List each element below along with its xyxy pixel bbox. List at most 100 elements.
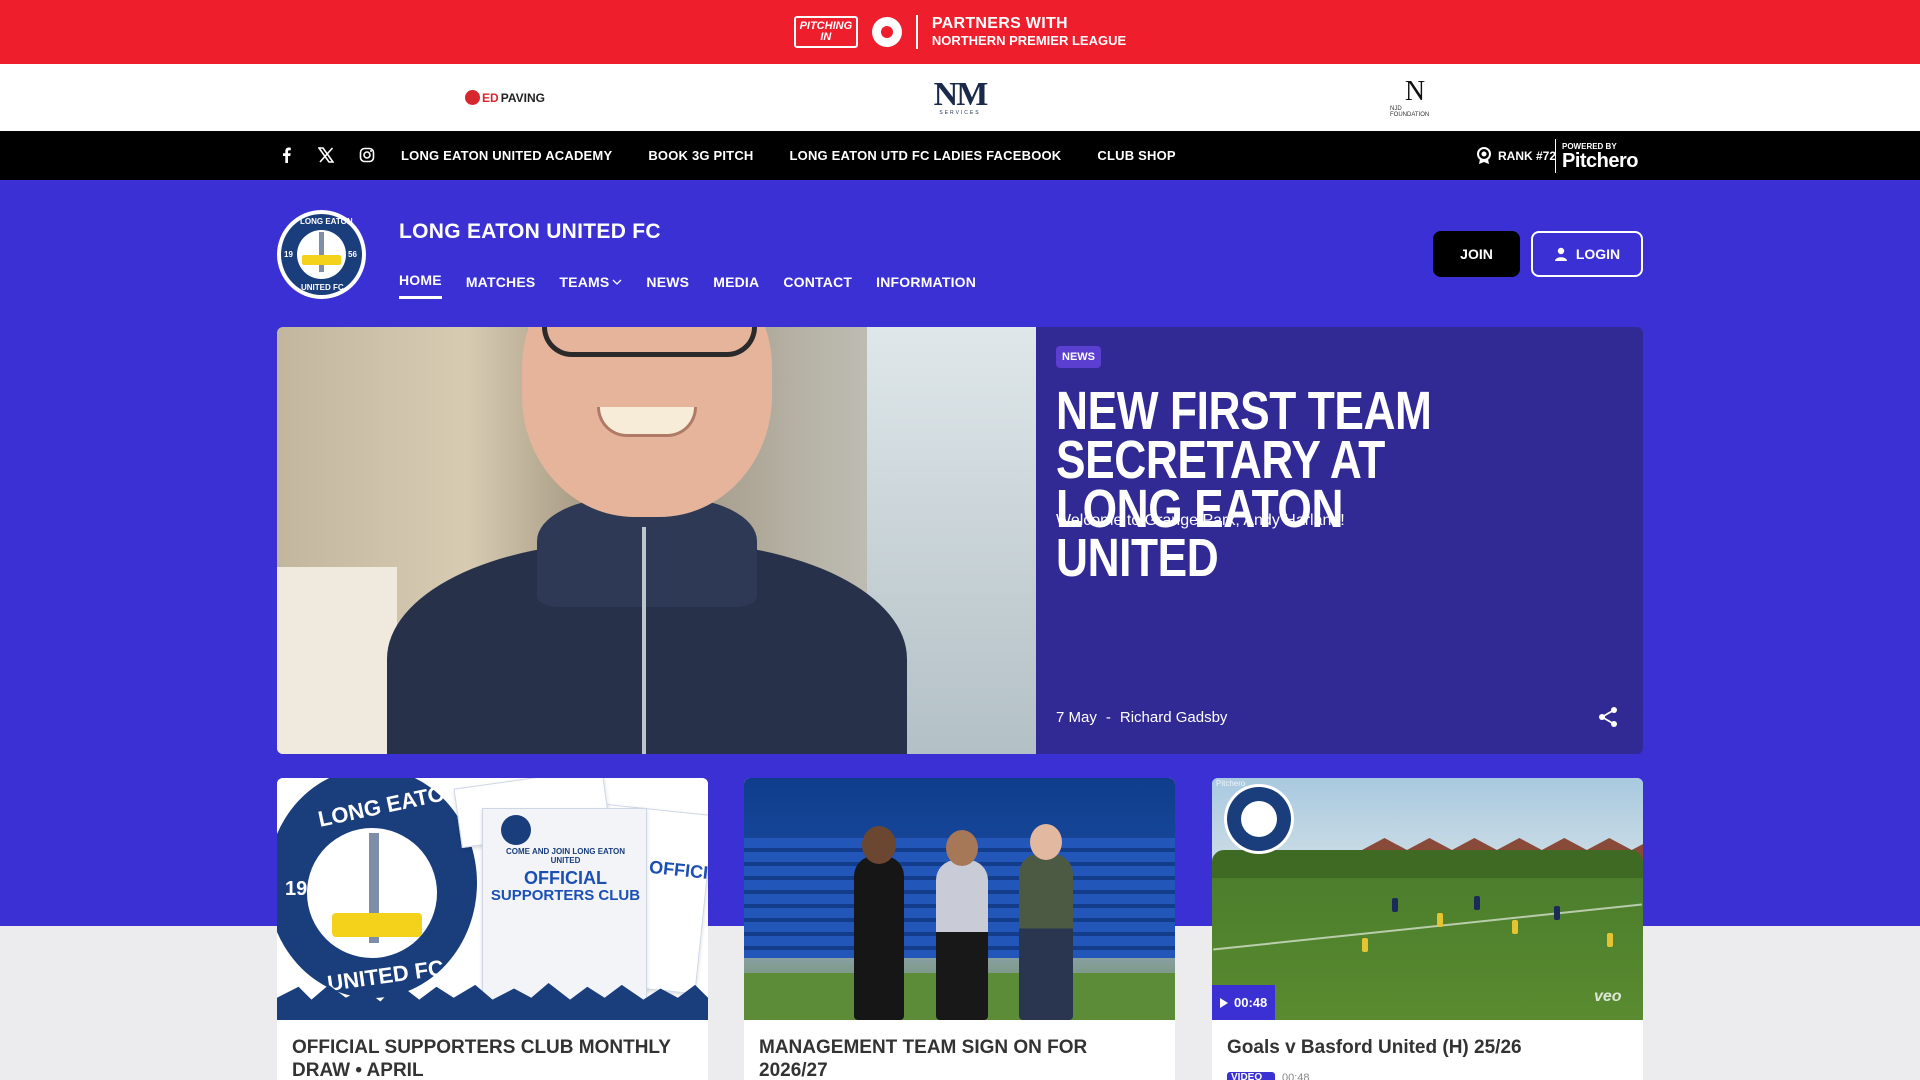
player-marker bbox=[1474, 896, 1480, 910]
main-nav: HOME MATCHES TEAMS NEWS MEDIA CONTACT IN… bbox=[399, 272, 976, 299]
video-duration-badge[interactable]: 00:48 bbox=[1212, 985, 1276, 1020]
partner-line2: NORTHERN PREMIER LEAGUE bbox=[931, 33, 1127, 48]
play-icon bbox=[1220, 997, 1228, 1008]
rank-badge-icon bbox=[1477, 146, 1491, 164]
njd-logo-sub: NJD FOUNDATION bbox=[1390, 105, 1430, 118]
nav-matches-label: MATCHES bbox=[465, 273, 536, 290]
player-marker bbox=[1437, 913, 1443, 927]
pitchero-logo-text: Pitchero bbox=[1562, 149, 1639, 172]
npl-logo-icon bbox=[871, 17, 902, 47]
leaflet-title-2: SUPPORTERS CLUB bbox=[490, 887, 641, 904]
nav-home-label: HOME bbox=[399, 272, 442, 288]
player-marker bbox=[1512, 920, 1518, 934]
photo-glasses bbox=[542, 327, 757, 357]
nav-contact-label: CONTACT bbox=[783, 273, 853, 290]
photo-zip bbox=[642, 527, 646, 754]
link-academy[interactable]: LONG EATON UNITED ACADEMY bbox=[401, 148, 612, 163]
powered-by-pitchero[interactable]: POWERED BY Pitchero bbox=[1562, 137, 1646, 175]
user-icon bbox=[1554, 247, 1567, 261]
partner-text: PARTNERS WITH NORTHERN PREMIER LEAGUE bbox=[932, 15, 1126, 49]
news-tag[interactable]: NEWS bbox=[1056, 346, 1101, 368]
person-right bbox=[1019, 854, 1073, 1020]
pitch-line bbox=[1213, 903, 1642, 951]
club-crest[interactable]: LONG EATON UNITED FC 19 56 bbox=[277, 210, 366, 299]
nav-contact[interactable]: CONTACT bbox=[783, 272, 852, 299]
video-duration: 00:48 bbox=[1234, 995, 1268, 1010]
nav-news-label: NEWS bbox=[646, 273, 690, 290]
card-title-goals[interactable]: Goals v Basford United (H) 25/26 bbox=[1227, 1036, 1627, 1059]
nav-home[interactable]: HOME bbox=[399, 272, 442, 299]
sponsor-nm-services[interactable]: NM SERVICES bbox=[928, 64, 992, 131]
sponsor-bar: ED PAVING NM SERVICES N NJD FOUNDATION bbox=[0, 64, 1920, 131]
background-trees bbox=[1212, 850, 1643, 878]
club-rank[interactable]: RANK #72 bbox=[1476, 131, 1556, 180]
card-image-supporters-club: LONG EATON UNITED FC 19 OFFICIAL COME AN… bbox=[277, 778, 708, 1020]
leaflet-kicker: COME AND JOIN LONG EATON UNITED bbox=[506, 847, 625, 865]
card-title-management-team[interactable]: MANAGEMENT TEAM SIGN ON FOR 2026/27 bbox=[759, 1036, 1159, 1080]
join-button[interactable]: JOIN bbox=[1433, 231, 1520, 277]
video-card-goals[interactable]: Pitchero 00:48 veo Goals v Basford Unite… bbox=[1212, 778, 1643, 1080]
photo-background-table bbox=[277, 567, 397, 754]
utility-bar: LONG EATON UNITED ACADEMY BOOK 3G PITCH … bbox=[0, 131, 1920, 180]
nav-teams[interactable]: TEAMS bbox=[559, 272, 622, 299]
person-left-head bbox=[862, 826, 896, 864]
news-card-supporters-club[interactable]: LONG EATON UNITED FC 19 OFFICIAL COME AN… bbox=[277, 778, 708, 1080]
leaflet-crest-icon bbox=[501, 815, 531, 845]
video-type-badge: VIDEO bbox=[1227, 1072, 1275, 1080]
nav-information-label: INFORMATION bbox=[876, 273, 977, 290]
rank-divider bbox=[1555, 139, 1556, 173]
hero-meta-separator: - bbox=[1105, 709, 1111, 726]
card-title-supporters-club[interactable]: OFFICIAL SUPPORTERS CLUB MONTHLY DRAW • … bbox=[292, 1036, 692, 1080]
sponsor-njd-foundation[interactable]: N NJD FOUNDATION bbox=[1390, 64, 1440, 131]
login-button[interactable]: LOGIN bbox=[1531, 231, 1643, 277]
person-left bbox=[854, 856, 904, 1020]
nav-information[interactable]: INFORMATION bbox=[876, 272, 976, 299]
person-middle-head bbox=[946, 830, 978, 866]
player-marker bbox=[1392, 898, 1398, 912]
hero-title[interactable]: NEW FIRST TEAM SECRETARY AT LONG EATON U… bbox=[1056, 384, 1515, 585]
crest-bottom-text: UNITED FC bbox=[301, 283, 344, 292]
leaflet-title-1: OFFICIAL bbox=[524, 868, 607, 888]
player-marker bbox=[1554, 906, 1560, 920]
crest-sword-icon bbox=[319, 232, 324, 272]
nm-logo-text: NM bbox=[933, 75, 989, 113]
nav-media[interactable]: MEDIA bbox=[713, 272, 759, 299]
crest-top-text: LONG EATON bbox=[300, 217, 353, 226]
leaflet-back-title: OFFICIAL bbox=[648, 856, 708, 886]
partner-line1: PARTNERS WITH bbox=[931, 15, 1068, 32]
photo-smile bbox=[597, 407, 697, 437]
hero-content: NEWS NEW FIRST TEAM SECRETARY AT LONG EA… bbox=[1036, 327, 1643, 754]
crest-banner bbox=[302, 255, 341, 265]
rank-text: RANK #72 bbox=[1498, 148, 1557, 163]
crest-left-number: 19 bbox=[284, 250, 293, 259]
club-name[interactable]: LONG EATON UNITED FC bbox=[399, 220, 661, 244]
nav-news[interactable]: NEWS bbox=[646, 272, 689, 299]
partner-banner[interactable]: PITCHING IN PARTNERS WITH NORTHERN PREMI… bbox=[0, 0, 1920, 64]
login-label: LOGIN bbox=[1575, 246, 1621, 262]
veo-watermark: veo bbox=[1594, 988, 1622, 1005]
instagram-icon[interactable] bbox=[357, 145, 377, 165]
person-right-head bbox=[1030, 824, 1062, 860]
link-club-shop[interactable]: CLUB SHOP bbox=[1097, 148, 1175, 163]
x-icon[interactable] bbox=[316, 145, 336, 165]
facebook-icon[interactable] bbox=[276, 145, 296, 165]
link-book-3g-pitch[interactable]: BOOK 3G PITCH bbox=[648, 148, 753, 163]
hero-photo bbox=[277, 327, 1036, 754]
card-image-management-team bbox=[744, 778, 1175, 1020]
pitching-in-line2: IN bbox=[820, 31, 832, 43]
news-card-management-team[interactable]: MANAGEMENT TEAM SIGN ON FOR 2026/27 bbox=[744, 778, 1175, 1080]
link-ladies-facebook[interactable]: LONG EATON UTD FC LADIES FACEBOOK bbox=[790, 148, 1062, 163]
nm-logo-sub: SERVICES bbox=[939, 109, 981, 116]
player-marker bbox=[1607, 933, 1613, 947]
banner-divider bbox=[915, 15, 918, 49]
hero-subtitle: Welcome to Grange Park, Andy Harland! bbox=[1056, 512, 1345, 529]
sponsor-red-paving[interactable]: ED PAVING bbox=[460, 64, 550, 131]
red-paving-rest: PAVING bbox=[500, 90, 545, 105]
large-crest-banner bbox=[332, 913, 422, 937]
nav-media-label: MEDIA bbox=[713, 273, 760, 290]
njd-logo-text: N bbox=[1404, 75, 1426, 107]
share-icon[interactable] bbox=[1597, 706, 1619, 728]
red-paving-lead: ED bbox=[482, 90, 499, 105]
hero-story[interactable]: NEWS NEW FIRST TEAM SECRETARY AT LONG EA… bbox=[277, 327, 1643, 754]
nav-matches[interactable]: MATCHES bbox=[466, 272, 536, 299]
